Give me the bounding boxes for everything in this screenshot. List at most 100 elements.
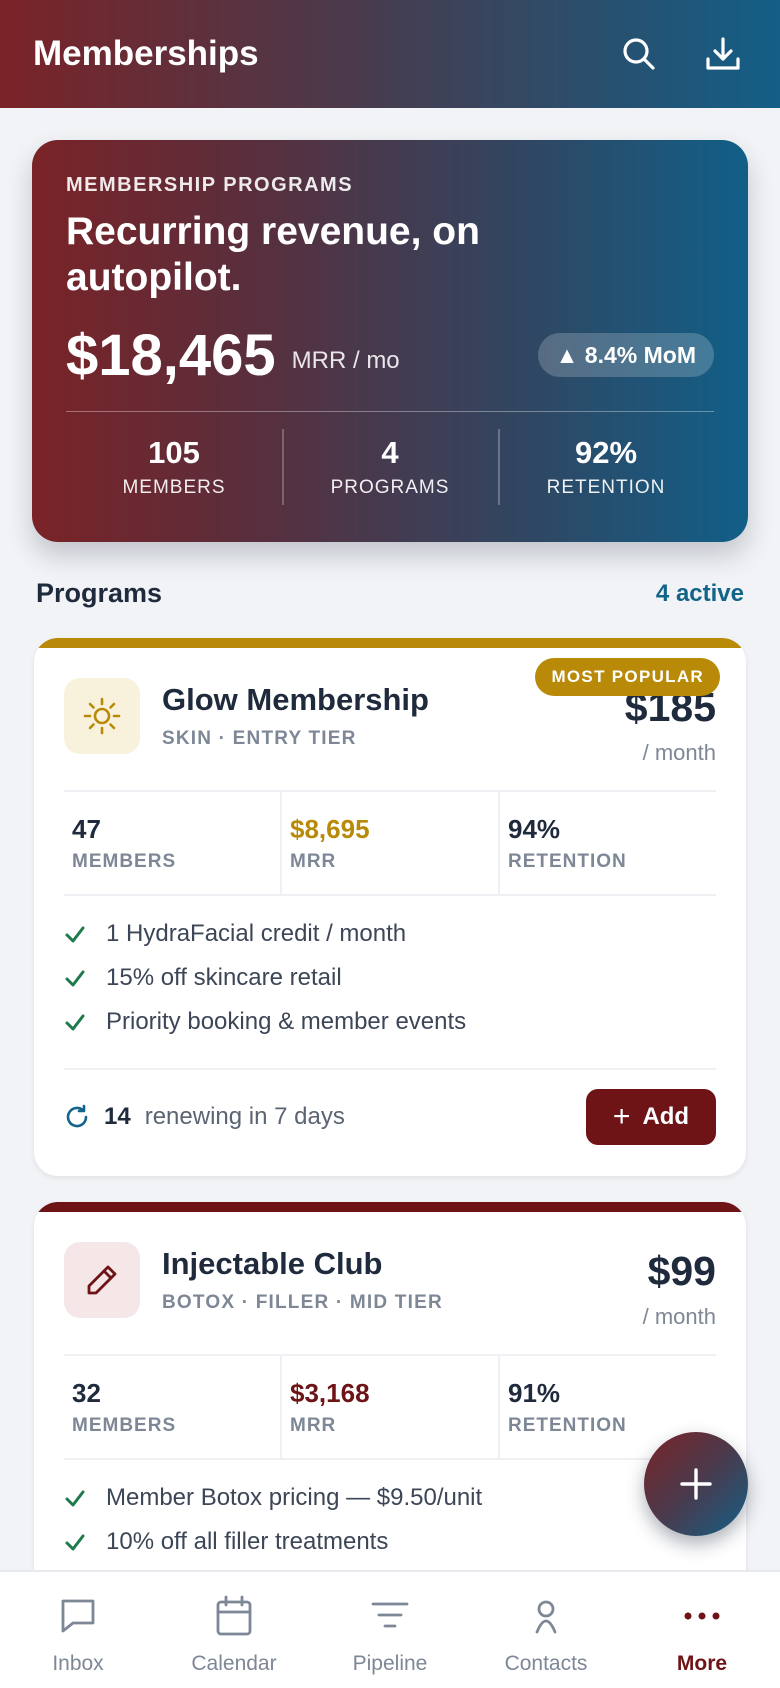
price-period: / month (642, 1304, 716, 1329)
metric-value: 91% (508, 1378, 561, 1408)
add-button-label: Add (642, 1103, 690, 1130)
perk-item: 15% off skincare retail (64, 956, 716, 1000)
tab-more[interactable]: More (624, 1572, 780, 1688)
perk-item: 1 HydraFacial credit / month (64, 912, 716, 956)
program-card-injectable[interactable]: Injectable Club BOTOX · FILLER · MID TIE… (34, 1202, 746, 1622)
check-icon (64, 967, 90, 989)
check-icon (64, 1011, 90, 1033)
metric-value: 94% (508, 814, 561, 844)
person-icon (535, 1600, 557, 1634)
tab-contacts[interactable]: Contacts (468, 1572, 624, 1688)
active-count-link[interactable]: 4 active (656, 580, 744, 608)
program-metrics: 47 MEMBERS $8,695 MRR 94% RETENTION (64, 790, 716, 896)
chat-icon (61, 1599, 95, 1633)
card-accent-strip (34, 1202, 746, 1212)
program-name: Glow Membership (162, 682, 429, 717)
stat-value: 4 (381, 435, 399, 470)
metric-value: $3,168 (290, 1378, 370, 1408)
perk-text: Priority booking & member events (106, 1008, 467, 1035)
card-accent-strip (34, 638, 746, 648)
add-member-button[interactable]: + Add (586, 1089, 716, 1145)
renewal-text: renewing in 7 days (144, 1103, 345, 1130)
metric-value: 47 (72, 814, 101, 844)
renewal-count: 14 (104, 1103, 131, 1130)
tab-label: Calendar (191, 1652, 277, 1675)
bottom-tab-bar: Inbox Calendar Pipeline Contacts More (0, 1570, 780, 1688)
tab-label: Contacts (504, 1652, 588, 1675)
perk-text: 10% off all filler treatments (106, 1528, 389, 1555)
pencil-icon (87, 1265, 117, 1295)
card-footer: 14 renewing in 7 days + Add (64, 1068, 716, 1160)
download-button[interactable] (699, 30, 747, 78)
perk-item: Member Botox pricing — $9.50/unit (64, 1476, 716, 1520)
refresh-icon (64, 1104, 90, 1130)
perk-text: 1 HydraFacial credit / month (106, 920, 407, 947)
plus-icon (680, 1468, 712, 1500)
tab-label: More (676, 1652, 728, 1675)
stat-retention: 92% RETENTION (498, 429, 714, 505)
program-icon-tile (64, 1242, 140, 1318)
perk-item: 10% off all filler treatments (64, 1520, 716, 1564)
stat-label: PROGRAMS (330, 477, 450, 498)
metric-label: MEMBERS (72, 851, 177, 872)
program-name: Injectable Club (162, 1246, 383, 1281)
hero-eyebrow: MEMBERSHIP PROGRAMS (66, 174, 354, 196)
tab-pipeline[interactable]: Pipeline (312, 1572, 468, 1688)
tab-label: Pipeline (352, 1652, 428, 1675)
check-icon (64, 923, 90, 945)
perk-text: 15% off skincare retail (106, 964, 342, 991)
program-subtitle: SKIN · ENTRY TIER (162, 728, 357, 749)
metric-label: MRR (290, 851, 337, 872)
revenue-summary-card: MEMBERSHIP PROGRAMS Recurring revenue, o… (32, 140, 748, 542)
perk-list: 1 HydraFacial credit / month 15% off ski… (64, 912, 716, 1044)
sun-icon (83, 697, 121, 735)
programs-heading: Programs (36, 578, 163, 608)
app-header: Memberships (0, 0, 780, 108)
download-icon (706, 37, 740, 70)
program-price: $99 (647, 1248, 716, 1294)
metric-mrr: $8,695 MRR (280, 792, 498, 894)
metric-members: 47 MEMBERS (64, 792, 280, 894)
stat-value: 105 (148, 435, 200, 470)
metric-members: 32 MEMBERS (64, 1356, 280, 1458)
tab-label: Inbox (52, 1652, 104, 1675)
metric-value: $8,695 (290, 814, 370, 844)
mrr-unit: MRR / mo (291, 347, 400, 374)
stat-label: RETENTION (546, 477, 666, 498)
program-subtitle: BOTOX · FILLER · MID TIER (162, 1292, 443, 1313)
calendar-icon (216, 1595, 252, 1636)
perk-item: Priority booking & member events (64, 1000, 716, 1044)
check-icon (64, 1487, 90, 1509)
program-metrics: 32 MEMBERS $3,168 MRR 91% RETENTION (64, 1354, 716, 1460)
stat-value: 92% (574, 435, 638, 470)
price-period: / month (642, 740, 716, 765)
metric-label: MRR (290, 1415, 337, 1436)
more-icon (684, 1612, 720, 1620)
hero-headline: Recurring revenue, on autopilot. (66, 210, 480, 299)
mrr-value: $18,465 (66, 322, 276, 388)
check-icon (64, 1531, 90, 1553)
program-icon-tile (64, 678, 140, 754)
metric-mrr: $3,168 MRR (280, 1356, 498, 1458)
plus-icon: + (612, 1100, 631, 1133)
metric-value: 32 (72, 1378, 101, 1408)
new-program-fab[interactable] (644, 1432, 748, 1536)
most-popular-badge: MOST POPULAR (535, 658, 720, 696)
programs-section-header: Programs 4 active (36, 578, 744, 609)
stat-members: 105 MEMBERS (66, 435, 282, 499)
metric-retention: 94% RETENTION (498, 792, 716, 894)
metric-label: MEMBERS (72, 1415, 177, 1436)
perk-list: Member Botox pricing — $9.50/unit 10% of… (64, 1476, 716, 1564)
stat-label: MEMBERS (122, 477, 226, 498)
program-card-glow[interactable]: Glow Membership SKIN · ENTRY TIER $185 /… (34, 638, 746, 1176)
filter-icon (371, 1602, 409, 1628)
perk-text: Member Botox pricing — $9.50/unit (106, 1484, 483, 1511)
tab-calendar[interactable]: Calendar (156, 1572, 312, 1688)
page-title: Memberships (33, 34, 259, 73)
stat-programs: 4 PROGRAMS (282, 429, 498, 505)
search-button[interactable] (615, 30, 663, 78)
search-icon (623, 38, 655, 70)
mom-growth-badge: ▲ 8.4% MoM (537, 333, 714, 377)
metric-label: RETENTION (508, 851, 627, 872)
tab-inbox[interactable]: Inbox (0, 1572, 156, 1688)
